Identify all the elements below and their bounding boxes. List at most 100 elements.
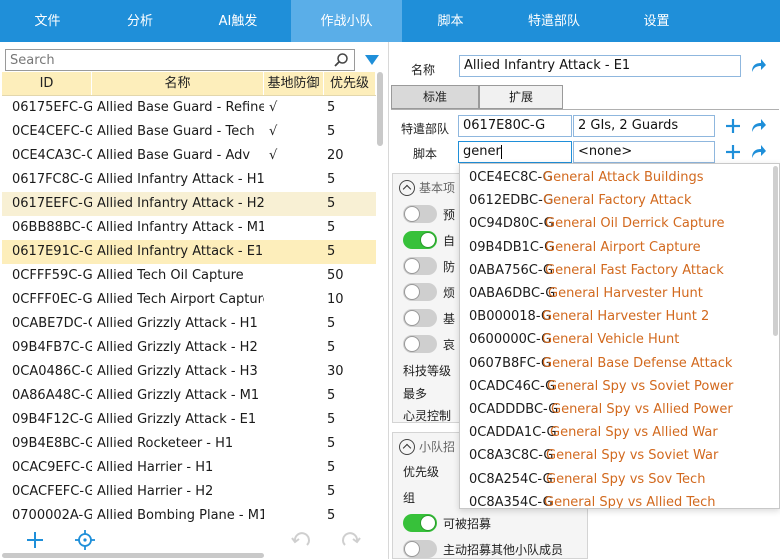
toggle-5[interactable]: [403, 335, 437, 353]
redo-icon[interactable]: [340, 529, 362, 551]
filter-icon[interactable]: [364, 54, 380, 66]
table-vscroll[interactable]: [376, 72, 384, 530]
toggle-2[interactable]: [403, 257, 437, 275]
col-priority[interactable]: 优先级: [324, 72, 376, 95]
table-row[interactable]: 06175EFC-G Allied Base Guard - Refine √ 5: [2, 96, 376, 120]
subtab-standard[interactable]: 标准: [391, 85, 479, 109]
row-name-cell: Allied Infantry Attack - E1: [97, 244, 264, 259]
row-id-cell: 0CE4CA3C-G: [12, 148, 92, 163]
auto-recruit-toggle[interactable]: [403, 540, 437, 558]
share-arrow-icon[interactable]: [749, 143, 767, 161]
tab-settings[interactable]: 设置: [609, 0, 704, 42]
taskforce-id-field[interactable]: 0617E80C-G: [458, 115, 572, 137]
script-option-id: 0B000018-G: [469, 309, 552, 325]
subtab-extended[interactable]: 扩展: [479, 85, 563, 109]
tab-teams[interactable]: 作战小队: [291, 0, 402, 42]
script-option[interactable]: 0612EDBC-G General Factory Attack: [460, 189, 774, 212]
crosshair-icon[interactable]: [74, 529, 96, 551]
script-option-name: General Factory Attack: [543, 193, 692, 209]
table-row[interactable]: 0CFFF0EC-G Allied Tech Airport Capture 10: [2, 288, 376, 312]
chevron-up-icon[interactable]: [399, 438, 415, 455]
plus-icon[interactable]: [24, 529, 46, 551]
tab-file[interactable]: 文件: [0, 0, 95, 42]
share-arrow-icon[interactable]: [749, 57, 767, 75]
col-base-defense[interactable]: 基地防御: [264, 72, 324, 95]
script-option[interactable]: 0C8A254C-G General Spy vs Sov Tech: [460, 468, 774, 491]
script-option-name: General Spy vs Allied Power: [551, 402, 733, 417]
table-row[interactable]: 0CABE7DC-G Allied Grizzly Attack - H1 5: [2, 312, 376, 336]
share-arrow-icon[interactable]: [749, 117, 767, 135]
script-option[interactable]: 0CADDA1C-G General Spy vs Allied War: [460, 421, 774, 444]
table-row[interactable]: 0CFFF59C-G Allied Tech Oil Capture 50: [2, 264, 376, 288]
col-name[interactable]: 名称: [92, 72, 264, 95]
table-row[interactable]: 0CACFEFC-G Allied Harrier - H2 5: [2, 480, 376, 504]
recruitable-toggle[interactable]: [403, 514, 437, 532]
script-option[interactable]: 0C8A354C-G General Spy vs Allied Tech: [460, 491, 774, 508]
script-label: 脚本: [413, 147, 438, 161]
toggle-3[interactable]: [403, 283, 437, 301]
script-option-name: General Harvester Hunt 2: [542, 309, 710, 325]
table-row[interactable]: 0CE4CEFC-G Allied Base Guard - Tech √ 5: [2, 120, 376, 144]
script-option[interactable]: 0CE4EC8C-G General Attack Buildings: [460, 166, 774, 189]
search-icon[interactable]: [333, 52, 349, 68]
toggle-1[interactable]: [403, 231, 437, 249]
row-name-cell: Allied Infantry Attack - H1: [97, 172, 264, 187]
table-row[interactable]: 0617EEFC-G Allied Infantry Attack - H2 5: [2, 192, 376, 216]
table-row[interactable]: 06BB88BC-G Allied Infantry Attack - M1 5: [2, 216, 376, 240]
basic-group-header[interactable]: 基本项: [399, 179, 455, 196]
row-name-cell: Allied Grizzly Attack - M1: [97, 388, 260, 403]
script-option[interactable]: 0B000018-G General Harvester Hunt 2: [460, 305, 774, 328]
script-option-name: General Harvester Hunt: [548, 286, 703, 301]
script-option[interactable]: 0CADC46C-G General Spy vs Soviet Power: [460, 375, 774, 398]
table-row[interactable]: 0CE4CA3C-G Allied Base Guard - Adv √ 20: [2, 144, 376, 168]
row-priority-cell: 5: [327, 460, 336, 475]
search-input[interactable]: [6, 50, 326, 70]
row-priority-cell: 50: [327, 268, 344, 283]
script-option-name: General Spy vs Sov Tech: [546, 471, 706, 487]
row-priority-cell: 5: [327, 412, 336, 427]
col-id[interactable]: ID: [2, 72, 92, 95]
script-option[interactable]: 0C8A3C8C-G General Spy vs Soviet War: [460, 444, 774, 467]
recruit-group-header[interactable]: 小队招: [399, 438, 455, 455]
table-row[interactable]: 0617E91C-G Allied Infantry Attack - E1 5: [2, 240, 376, 264]
script-option-name: General Fast Factory Attack: [545, 262, 724, 278]
script-option-id: 0C8A254C-G: [469, 471, 553, 487]
script-option[interactable]: 0C94D80C-G General Oil Derrick Capture: [460, 212, 774, 235]
tab-ai-trigger[interactable]: AI触发: [185, 0, 291, 42]
row-id-cell: 06BB88BC-G: [12, 220, 92, 235]
row-name-cell: Allied Base Guard - Adv: [97, 148, 251, 163]
script-option[interactable]: 0ABA6DBC-G General Harvester Hunt: [460, 282, 774, 305]
chevron-up-icon[interactable]: [399, 179, 415, 196]
script-option[interactable]: 0CADDDBC-G General Spy vs Allied Power: [460, 398, 774, 421]
table-row[interactable]: 0A86A48C-G Allied Grizzly Attack - M1 5: [2, 384, 376, 408]
table-row[interactable]: 09B4FB7C-G Allied Grizzly Attack - H2 5: [2, 336, 376, 360]
toggle-4[interactable]: [403, 309, 437, 327]
script-option[interactable]: 09B4DB1C-G General Airport Capture: [460, 236, 774, 259]
row-priority-cell: 5: [327, 340, 336, 355]
script-option[interactable]: 0ABA756C-G General Fast Factory Attack: [460, 259, 774, 282]
row-id-cell: 0617EEFC-G: [12, 196, 92, 211]
table-row[interactable]: 0617FC8C-G Allied Infantry Attack - H1 5: [2, 168, 376, 192]
table-row[interactable]: 0CAC9EFC-G Allied Harrier - H1 5: [2, 456, 376, 480]
row-priority-cell: 5: [327, 172, 336, 187]
team-list-panel: ID 名称 基地防御 优先级 06175EFC-G Allied Base Gua…: [0, 42, 388, 559]
script-option-id: 0CADC46C-G: [469, 378, 556, 394]
script-option[interactable]: 0600000C-G General Vehicle Hunt: [460, 328, 774, 351]
plus-icon[interactable]: [724, 143, 742, 161]
tab-scripts[interactable]: 脚本: [402, 0, 499, 42]
script-option-id: 0612EDBC-G: [469, 193, 554, 209]
plus-icon[interactable]: [724, 117, 742, 135]
table-row[interactable]: 0CA0486C-G Allied Grizzly Attack - H3 30: [2, 360, 376, 384]
toggle-0[interactable]: [403, 205, 437, 223]
table-row[interactable]: 09B4E8BC-G Allied Rocketeer - H1 5: [2, 432, 376, 456]
undo-icon[interactable]: [290, 529, 312, 551]
tab-taskforces[interactable]: 特遣部队: [499, 0, 609, 42]
tab-analysis[interactable]: 分析: [95, 0, 185, 42]
name-field[interactable]: Allied Infantry Attack - E1: [459, 55, 741, 77]
script-option[interactable]: 0607B8FC-G General Base Defense Attack: [460, 352, 774, 375]
toggle-5-label: 哀: [443, 338, 456, 352]
script-value-field[interactable]: <none>: [573, 141, 715, 163]
script-search-input[interactable]: gener: [458, 141, 572, 163]
dropdown-scrollbar[interactable]: [773, 166, 778, 336]
table-row[interactable]: 09B4F12C-G Allied Grizzly Attack - E1 5: [2, 408, 376, 432]
